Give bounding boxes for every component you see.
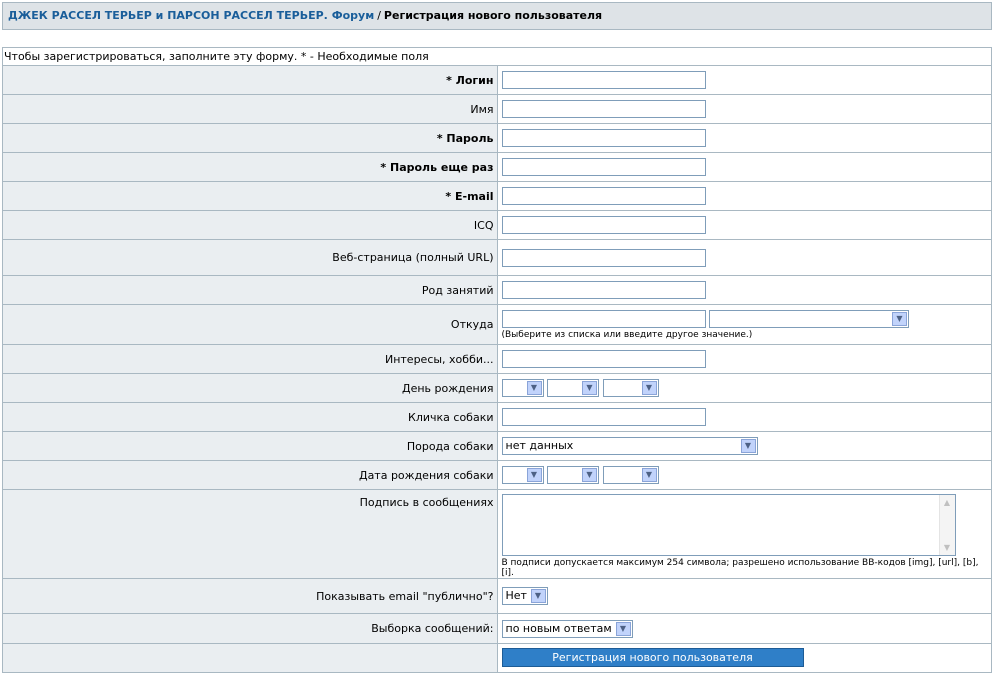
birthday-year-select[interactable]: ▼ [602, 379, 659, 397]
icq-input[interactable] [501, 216, 706, 234]
dog-breed-value: нет данных [505, 439, 574, 452]
chevron-down-icon: ▼ [530, 589, 546, 603]
page-title: Регистрация нового пользователя [383, 9, 603, 22]
breadcrumb-separator: / [377, 9, 381, 22]
message-view-value: по новым ответам [505, 621, 612, 635]
message-view-select[interactable]: по новым ответам ▼ [501, 619, 633, 638]
chevron-down-icon: ▼ [641, 468, 657, 482]
scroll-down-icon[interactable]: ▼ [941, 541, 954, 554]
location-input[interactable] [501, 309, 706, 328]
chevron-down-icon: ▼ [615, 621, 631, 636]
empty-label-cell [2, 643, 498, 673]
email-input[interactable] [501, 187, 706, 205]
occupation-label: Род занятий [2, 275, 498, 305]
signature-textarea[interactable]: ▲ ▼ [501, 494, 956, 556]
forum-link[interactable]: ДЖЕК РАССЕЛ ТЕРЬЕР и ПАРСОН РАССЕЛ ТЕРЬЕ… [8, 9, 374, 22]
chevron-down-icon: ▼ [526, 468, 542, 482]
password-again-label: * Пароль еще раз [2, 152, 498, 182]
dog-name-input[interactable] [501, 408, 706, 426]
location-label: Откуда [2, 304, 498, 345]
location-hint: (Выберите из списка или введите другое з… [501, 329, 753, 340]
icq-label: ICQ [2, 210, 498, 240]
show-email-value: Нет [505, 589, 527, 602]
password-input[interactable] [501, 129, 706, 147]
dog-breed-select[interactable]: нет данных ▼ [501, 437, 758, 455]
dog-breed-label: Порода собаки [2, 431, 498, 461]
birthday-label: День рождения [2, 373, 498, 403]
dog-birthday-year-select[interactable]: ▼ [602, 466, 659, 484]
birthday-day-select[interactable]: ▼ [501, 379, 544, 397]
birthday-month-select[interactable]: ▼ [547, 379, 599, 397]
website-label: Веб-страница (полный URL) [2, 239, 498, 276]
signature-label: Подпись в сообщениях [2, 489, 498, 579]
location-select[interactable]: ▼ [709, 309, 909, 328]
password-label: * Пароль [2, 123, 498, 153]
chevron-down-icon: ▼ [641, 381, 657, 395]
dog-birthday-day-select[interactable]: ▼ [501, 466, 544, 484]
website-input[interactable] [501, 248, 706, 267]
name-input[interactable] [501, 100, 706, 118]
chevron-down-icon: ▼ [582, 468, 597, 482]
interests-input[interactable] [501, 350, 706, 368]
register-button[interactable]: Регистрация нового пользователя [501, 648, 804, 667]
chevron-down-icon: ▼ [740, 439, 756, 453]
textarea-scrollbar[interactable]: ▲ ▼ [938, 495, 955, 555]
show-email-label: Показывать email "публично"? [2, 578, 498, 614]
chevron-down-icon: ▼ [582, 381, 597, 395]
scroll-up-icon[interactable]: ▲ [941, 496, 954, 509]
signature-hint: В подписи допускается максимум 254 симво… [501, 558, 979, 578]
occupation-input[interactable] [501, 281, 706, 299]
login-input[interactable] [501, 71, 706, 89]
dog-birthday-month-select[interactable]: ▼ [547, 466, 599, 484]
form-intro: Чтобы зарегистрироваться, заполните эту … [2, 47, 992, 66]
chevron-down-icon: ▼ [892, 311, 907, 326]
dog-name-label: Кличка собаки [2, 402, 498, 432]
message-view-label: Выборка сообщений: [2, 613, 498, 644]
interests-label: Интересы, хобби... [2, 344, 498, 374]
name-label: Имя [2, 94, 498, 124]
dog-birthday-label: Дата рождения собаки [2, 460, 498, 490]
login-label: * Логин [2, 65, 498, 95]
email-label: * E-mail [2, 181, 498, 211]
breadcrumb: ДЖЕК РАССЕЛ ТЕРЬЕР и ПАРСОН РАССЕЛ ТЕРЬЕ… [2, 2, 992, 30]
password-again-input[interactable] [501, 158, 706, 176]
chevron-down-icon: ▼ [526, 381, 542, 395]
show-email-select[interactable]: Нет ▼ [501, 587, 548, 605]
registration-form: Чтобы зарегистрироваться, заполните эту … [2, 47, 992, 673]
